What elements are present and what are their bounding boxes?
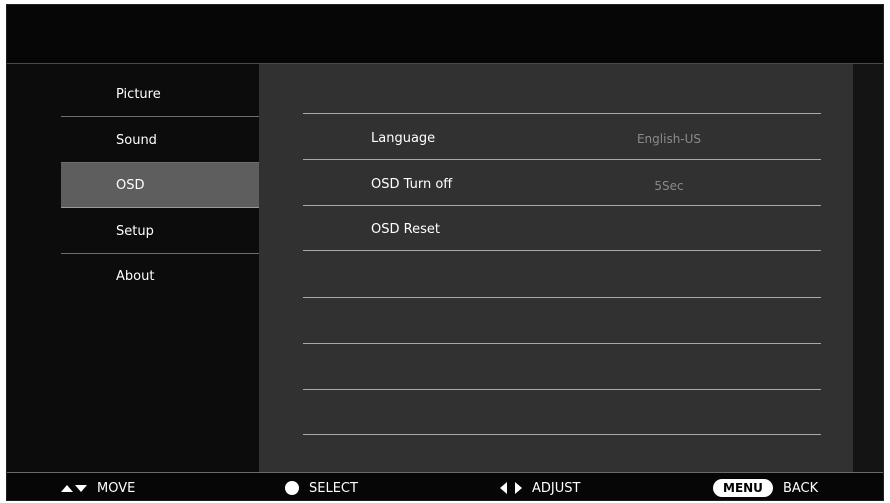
key-guide-bar: MOVE SELECT ADJUST MENU BACK (7, 472, 883, 500)
sidebar-item-sound[interactable]: Sound (61, 118, 259, 163)
sidebar-menu: Picture Sound OSD Setup About (7, 64, 259, 472)
setting-label: OSD Turn off (371, 177, 453, 192)
sidebar-item-label: Sound (116, 132, 157, 148)
sidebar-item-label: About (116, 269, 155, 284)
sidebar-item-osd[interactable]: OSD (61, 163, 259, 208)
row-divider (303, 205, 821, 206)
sidebar-item-label: Picture (116, 86, 161, 102)
sidebar-item-setup[interactable]: Setup (61, 209, 259, 254)
osd-window: Picture Sound OSD Setup About Language E… (6, 4, 884, 501)
setting-value: English-US (636, 132, 702, 146)
setting-label: Language (371, 131, 436, 146)
row-divider (303, 159, 821, 160)
row-divider (303, 389, 821, 390)
hint-adjust: ADJUST (500, 473, 581, 500)
sidebar-item-picture[interactable]: Picture (61, 72, 259, 117)
hint-adjust-label: ADJUST (532, 480, 581, 496)
left-right-arrows-icon (500, 482, 522, 494)
right-edge-panel (853, 64, 883, 472)
setting-value: 5Sec (654, 179, 684, 193)
row-divider (303, 113, 821, 114)
hint-back-label: BACK (782, 480, 819, 496)
menu-key-label: MENU (713, 479, 773, 497)
sidebar-item-label: Setup (116, 223, 154, 239)
sidebar-item-label: OSD (116, 177, 145, 193)
row-divider (303, 343, 821, 344)
row-divider (303, 434, 821, 435)
hint-back: MENU BACK (713, 473, 819, 500)
hint-move-label: MOVE (97, 480, 136, 496)
up-down-arrows-icon (61, 484, 87, 492)
hint-select: SELECT (285, 473, 358, 500)
sidebar-item-about[interactable]: About (61, 254, 259, 299)
row-divider (303, 250, 821, 251)
row-divider (303, 297, 821, 298)
menu-key-badge: MENU (713, 479, 773, 497)
hint-select-label: SELECT (309, 480, 358, 496)
osd-settings-panel: Language English-US OSD Turn off 5Sec OS… (259, 64, 853, 472)
top-bar (7, 5, 883, 64)
hint-move: MOVE (61, 473, 136, 500)
circle-dot-icon (285, 481, 299, 495)
setting-label: OSD Reset (371, 222, 440, 237)
